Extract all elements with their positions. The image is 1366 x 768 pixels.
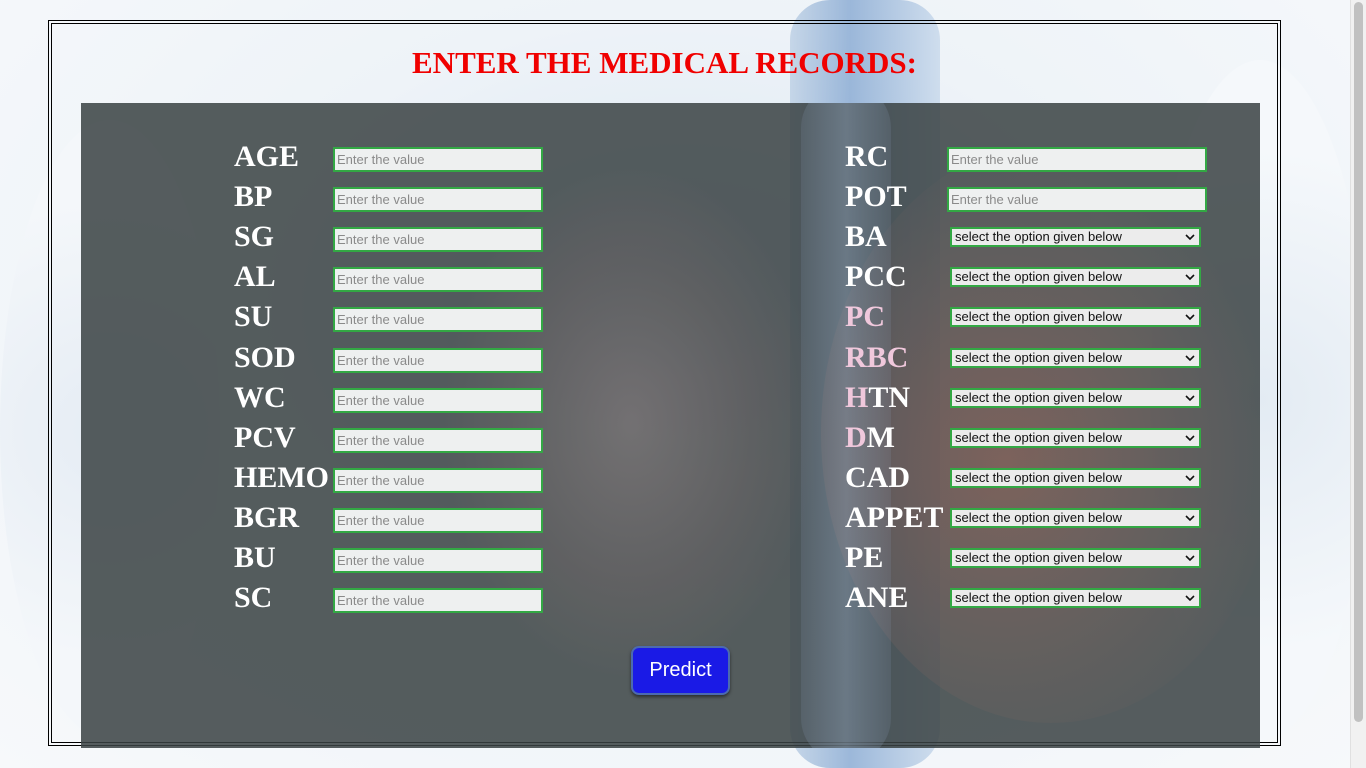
bu-input[interactable] <box>333 548 543 573</box>
field-label-: RBC <box>845 340 909 374</box>
page-title: ENTER THE MEDICAL RECORDS: <box>412 45 917 80</box>
field-label-: BA <box>845 220 887 254</box>
sg-input[interactable] <box>333 227 543 253</box>
scrollbar-thumb[interactable] <box>1354 2 1363 722</box>
field-label-age: AGE <box>234 140 300 173</box>
field-label-sc: SC <box>234 581 273 615</box>
chevron-down-icon <box>1185 595 1195 602</box>
field-label-: PCC <box>845 260 907 294</box>
field-label-bp: BP <box>234 180 273 214</box>
wc-input[interactable] <box>333 387 543 413</box>
field-label-: APPET <box>845 500 944 534</box>
field-label-sod: SOD <box>234 340 296 374</box>
field-label-sg: SG <box>234 220 275 254</box>
htn-select[interactable]: select the option given below <box>950 387 1201 408</box>
chevron-down-icon <box>1185 395 1195 401</box>
su-input[interactable] <box>333 307 543 333</box>
field-label-pcv: PCV <box>234 420 296 454</box>
field-label-pot: POT <box>845 180 907 214</box>
pcv-input[interactable] <box>333 427 543 453</box>
field-label-: ANE <box>845 581 909 615</box>
field-label-: CAD <box>845 460 910 494</box>
select-value: select the option given below <box>955 509 1122 525</box>
rc-input[interactable] <box>947 147 1207 172</box>
bp-input[interactable] <box>333 187 543 213</box>
field-label-: HTN <box>845 380 911 414</box>
ba-select[interactable]: select the option given below <box>950 227 1201 248</box>
field-label-: PC <box>845 300 885 334</box>
chevron-down-icon <box>1185 475 1195 481</box>
select-value: select the option given below <box>955 389 1122 405</box>
chevron-down-icon <box>1185 314 1195 321</box>
ane-select[interactable]: select the option given below <box>950 588 1201 609</box>
al-input[interactable] <box>333 267 543 293</box>
field-label-al: AL <box>234 260 276 294</box>
chevron-down-icon <box>1185 555 1195 562</box>
cad-select[interactable]: select the option given below <box>950 467 1201 488</box>
select-value: select the option given below <box>955 550 1122 565</box>
chevron-down-icon <box>1185 435 1195 441</box>
select-value: select the option given below <box>955 269 1122 285</box>
field-label-rc: RC <box>845 140 889 173</box>
pc-select[interactable]: select the option given below <box>950 307 1201 328</box>
hemo-input[interactable] <box>333 467 543 493</box>
select-value: select the option given below <box>955 469 1122 485</box>
pot-input[interactable] <box>947 187 1207 213</box>
page-scrollbar[interactable] <box>1350 0 1366 768</box>
sod-input[interactable] <box>333 347 543 373</box>
chevron-down-icon <box>1185 234 1195 241</box>
pcc-select[interactable]: select the option given below <box>950 267 1201 288</box>
chevron-down-icon <box>1185 274 1195 281</box>
chevron-down-icon <box>1185 515 1195 522</box>
field-label-: DM <box>845 420 895 454</box>
predict-button[interactable]: Predict <box>631 646 730 695</box>
chevron-down-icon <box>1185 354 1195 361</box>
field-label-bgr: BGR <box>234 500 300 534</box>
field-label-wc: WC <box>234 380 286 414</box>
select-value: select the option given below <box>955 229 1122 245</box>
select-value: select the option given below <box>955 309 1122 325</box>
bgr-input[interactable] <box>333 507 543 533</box>
age-input[interactable] <box>333 147 543 172</box>
field-label-su: SU <box>234 300 273 334</box>
appet-select[interactable]: select the option given below <box>950 507 1201 528</box>
select-value: select the option given below <box>955 590 1122 606</box>
field-label-bu: BU <box>234 541 276 574</box>
field-label-hemo: HEMO <box>234 460 329 494</box>
select-value: select the option given below <box>955 429 1122 445</box>
dm-select[interactable]: select the option given below <box>950 427 1201 448</box>
sc-input[interactable] <box>333 588 543 614</box>
select-value: select the option given below <box>955 349 1122 365</box>
field-label-: PE <box>845 541 884 574</box>
rbc-select[interactable]: select the option given below <box>950 347 1201 368</box>
pe-select[interactable]: select the option given below <box>950 548 1201 568</box>
